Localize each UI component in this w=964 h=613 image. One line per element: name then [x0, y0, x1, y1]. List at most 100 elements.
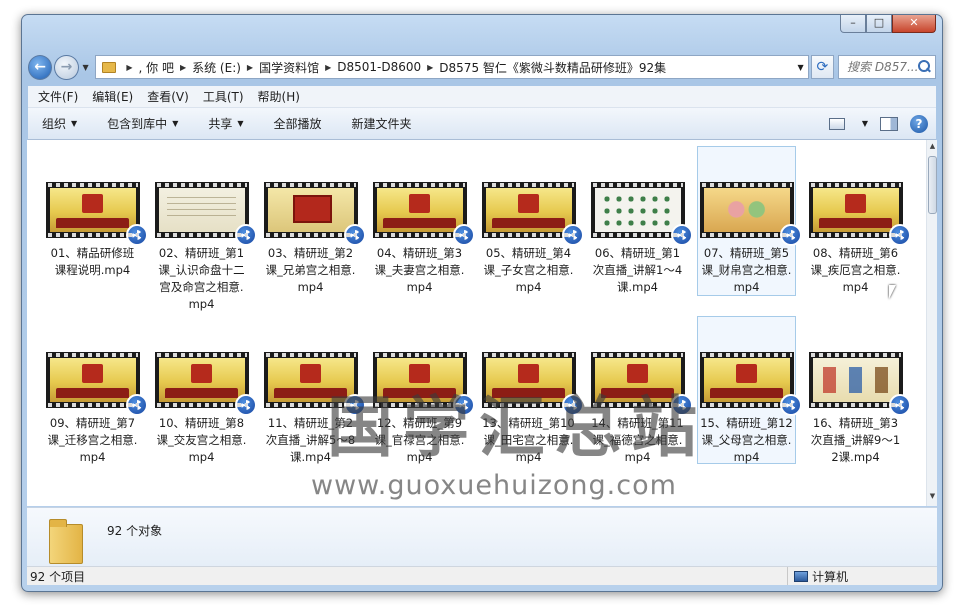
object-count: 92 个对象 [107, 524, 163, 538]
arrow-left-icon: ← [34, 59, 47, 75]
preview-pane-icon[interactable] [880, 116, 898, 131]
command-bar: 组织 ▼ 包含到库中 ▼ 共享 ▼ 全部播放 新建文件夹 ▼ ? [28, 108, 936, 140]
file-item[interactable]: 06、精研班_第1次直播_讲解1～4课.mp4 [588, 182, 693, 296]
help-icon[interactable]: ? [910, 114, 928, 133]
view-options-dropdown-icon[interactable]: ▼ [862, 119, 868, 128]
video-thumbnail [45, 182, 148, 246]
computer-label: 计算机 [812, 569, 849, 584]
video-thumbnail [154, 352, 257, 416]
chevron-right-icon[interactable]: ▶ [126, 63, 132, 72]
arrow-right-icon: → [60, 59, 73, 75]
share-button[interactable]: 共享 ▼ [208, 115, 243, 132]
chevron-down-icon: ▼ [172, 119, 179, 128]
include-in-library-label: 包含到库中 [107, 117, 168, 131]
caption-buttons: – □ ✕ [840, 15, 936, 33]
address-dropdown-icon[interactable]: ▼ [797, 63, 803, 72]
organize-button[interactable]: 组织 ▼ [42, 115, 77, 132]
file-item[interactable]: 05、精研班_第4课_子女宫之相意.mp4 [479, 182, 584, 296]
media-player-icon [888, 394, 911, 416]
file-item[interactable]: 04、精研班_第3课_夫妻宫之相意.mp4 [370, 182, 475, 296]
new-folder-button[interactable]: 新建文件夹 [352, 115, 412, 132]
search-box[interactable] [838, 55, 936, 79]
minimize-button[interactable]: – [840, 15, 866, 33]
forward-button[interactable]: → [54, 54, 79, 80]
watermark-url: www.guoxuehuizong.com [311, 470, 677, 501]
thumbnail-frame [158, 358, 245, 402]
file-item[interactable]: 16、精研班_第3次直播_讲解9～12课.mp4 [806, 352, 911, 466]
file-name: 03、精研班_第2课_兄弟宫之相意.mp4 [265, 246, 356, 294]
video-thumbnail [154, 182, 257, 246]
menu-bar: 文件(F) 编辑(E) 查看(V) 工具(T) 帮助(H) [28, 86, 936, 108]
status-bar: 92 个项目 计算机 [27, 566, 937, 585]
file-item[interactable]: 15、精研班_第12课_父母宫之相意.mp4 [697, 316, 802, 464]
share-label: 共享 [208, 117, 233, 131]
file-item[interactable]: 02、精研班_第1课_认识命盘十二宫及命宫之相意.mp4 [152, 182, 257, 313]
refresh-icon: ⟳ [816, 59, 829, 75]
file-item[interactable]: 01、精品研修班课程说明.mp4 [43, 182, 148, 279]
chevron-right-icon[interactable]: ▶ [325, 63, 331, 72]
video-thumbnail [481, 182, 584, 246]
file-list[interactable]: 01、精品研修班课程说明.mp4 02、精研班_第1课_认识命盘十二宫及命宫之相意… [27, 140, 926, 506]
computer-icon [794, 570, 808, 582]
menu-edit[interactable]: 编辑(E) [92, 88, 133, 105]
media-player-icon [888, 224, 911, 246]
file-name: 07、精研班_第5课_财帛宫之相意.mp4 [701, 246, 792, 294]
thumbnail-frame [49, 188, 136, 232]
maximize-button[interactable]: □ [866, 15, 892, 33]
menu-file[interactable]: 文件(F) [38, 88, 78, 105]
media-player-icon [125, 394, 148, 416]
thumbnail-frame [594, 188, 681, 232]
file-name: 05、精研班_第4课_子女宫之相意.mp4 [483, 246, 574, 294]
media-player-icon [234, 394, 257, 416]
address-bar[interactable]: ▶ , 你 吧 ▶ 系统 (E:) ▶ 国学资料馆 ▶ D8501-D8600 … [95, 55, 809, 79]
breadcrumb-library[interactable]: 国学资料馆 [259, 59, 319, 76]
scroll-thumb[interactable] [928, 156, 937, 214]
file-name: 15、精研班_第12课_父母宫之相意.mp4 [700, 416, 793, 464]
thumbnail-frame [812, 358, 899, 402]
video-thumbnail [699, 182, 802, 246]
command-bar-right: ▼ ? [828, 114, 928, 133]
file-name: 10、精研班_第8课_交友宫之相意.mp4 [156, 416, 247, 464]
menu-view[interactable]: 查看(V) [147, 88, 189, 105]
back-button[interactable]: ← [28, 54, 53, 80]
chevron-right-icon[interactable]: ▶ [180, 63, 186, 72]
video-thumbnail [372, 182, 475, 246]
breadcrumb-range[interactable]: D8501-D8600 [337, 60, 421, 74]
search-icon[interactable] [917, 60, 931, 74]
breadcrumb-user[interactable]: , 你 吧 [139, 59, 174, 76]
chevron-right-icon[interactable]: ▶ [427, 63, 433, 72]
folder-icon [102, 61, 117, 73]
details-pane: 92 个对象 [27, 507, 937, 573]
chevron-right-icon[interactable]: ▶ [247, 63, 253, 72]
file-item[interactable]: 10、精研班_第8课_交友宫之相意.mp4 [152, 352, 257, 466]
play-all-label: 全部播放 [273, 117, 322, 131]
video-thumbnail [808, 352, 911, 416]
refresh-button[interactable]: ⟳ [810, 55, 834, 79]
breadcrumb-current[interactable]: D8575 智仁《紫微斗数精品研修班》92集 [439, 59, 666, 76]
media-player-icon [561, 224, 584, 246]
thumbnail-frame [485, 188, 572, 232]
watermark-text: 国学汇总站 [327, 388, 707, 466]
file-item[interactable]: 07、精研班_第5课_财帛宫之相意.mp4 [697, 146, 802, 296]
media-player-icon [234, 224, 257, 246]
scroll-down-icon[interactable]: ▼ [927, 492, 938, 504]
scroll-up-icon[interactable]: ▲ [927, 142, 938, 154]
thumbnail-frame [703, 188, 790, 232]
breadcrumb-drive[interactable]: 系统 (E:) [192, 59, 241, 76]
file-item[interactable]: 09、精研班_第7课_迁移宫之相意.mp4 [43, 352, 148, 466]
menu-tools[interactable]: 工具(T) [203, 88, 244, 105]
file-item[interactable]: 03、精研班_第2课_兄弟宫之相意.mp4 [261, 182, 366, 296]
include-in-library-button[interactable]: 包含到库中 ▼ [107, 115, 178, 132]
play-all-button[interactable]: 全部播放 [274, 115, 322, 132]
search-input[interactable] [847, 60, 917, 74]
file-item[interactable]: 08、精研班_第6课_疾厄宫之相意.mp4 [806, 182, 911, 296]
file-name: 06、精研班_第1次直播_讲解1～4课.mp4 [592, 246, 683, 294]
file-name: 01、精品研修班课程说明.mp4 [50, 246, 135, 277]
thumbnail-frame [267, 188, 354, 232]
recent-pages-dropdown[interactable]: ▼ [80, 63, 92, 72]
vertical-scrollbar[interactable]: ▲ ▼ [926, 140, 937, 506]
change-view-icon[interactable] [828, 117, 845, 130]
menu-help[interactable]: 帮助(H) [258, 88, 300, 105]
chevron-down-icon: ▼ [71, 119, 78, 128]
close-button[interactable]: ✕ [892, 15, 936, 33]
